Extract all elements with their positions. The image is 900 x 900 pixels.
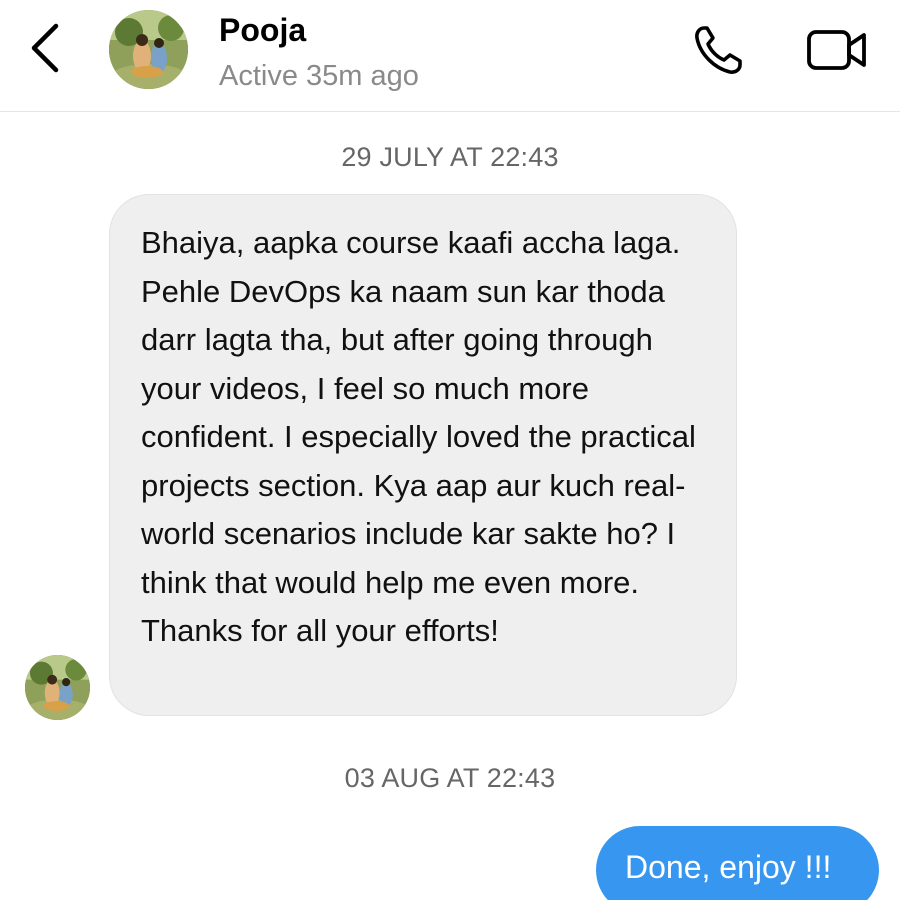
chevron-left-icon xyxy=(31,23,59,73)
contact-status: Active 35m ago xyxy=(219,60,419,92)
video-call-button[interactable] xyxy=(805,24,869,76)
sender-avatar[interactable] xyxy=(25,655,90,720)
back-button[interactable] xyxy=(22,20,70,76)
message-timestamp: 29 JULY AT 22:43 xyxy=(341,142,559,172)
phone-icon xyxy=(695,26,742,74)
contact-name[interactable]: Pooja xyxy=(219,12,306,49)
chat-screen: Pooja Active 35m ago 29 JULY AT 22:43 Bh… xyxy=(0,0,900,900)
message-timestamp: 03 AUG AT 22:43 xyxy=(344,763,556,793)
incoming-message-bubble[interactable]: Bhaiya, aapka course kaafi accha laga. P… xyxy=(109,194,737,716)
outgoing-message-bubble[interactable]: Done, enjoy !!! xyxy=(596,826,879,900)
voice-call-button[interactable] xyxy=(690,22,750,78)
chat-header: Pooja Active 35m ago xyxy=(0,0,900,112)
video-camera-icon xyxy=(807,30,866,70)
avatar-image xyxy=(25,655,90,720)
contact-avatar[interactable] xyxy=(109,10,188,89)
avatar-image xyxy=(109,10,188,89)
